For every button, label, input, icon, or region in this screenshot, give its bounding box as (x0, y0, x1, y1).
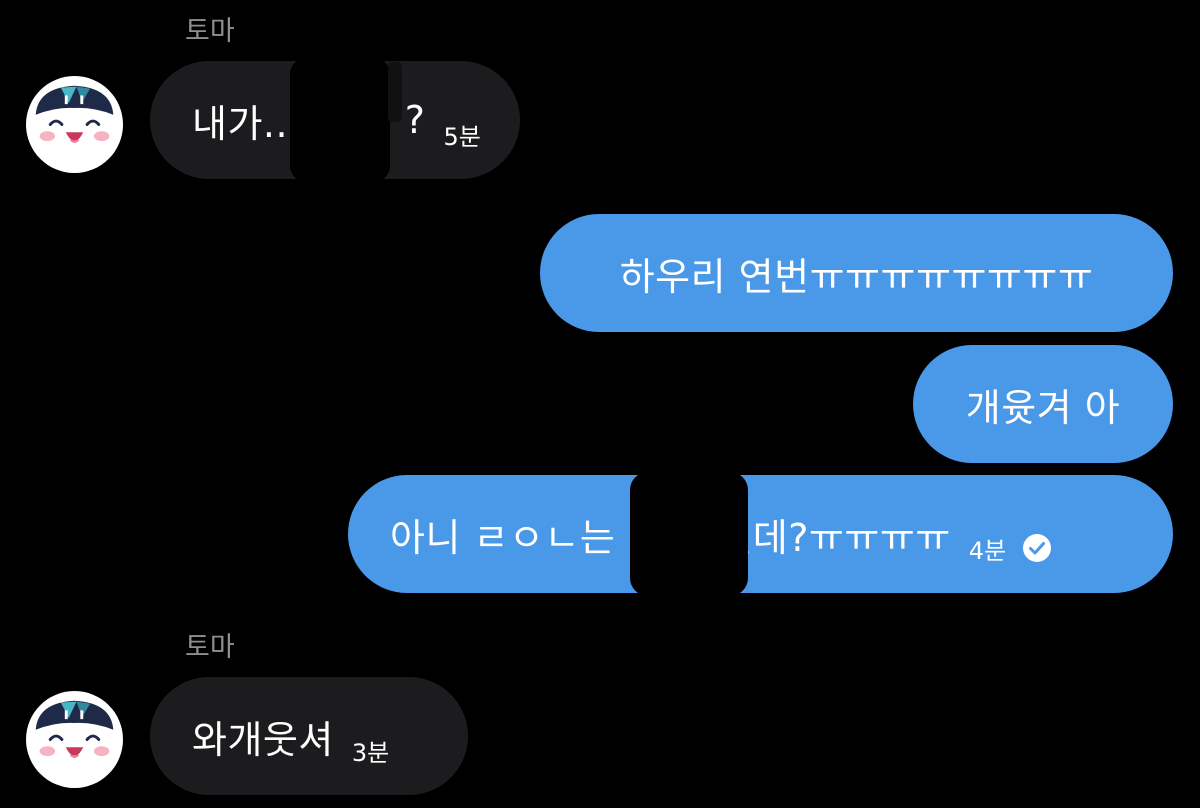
redaction-mark (388, 62, 402, 122)
message-text: 아니 ㄹㅇㄴ는 (390, 515, 616, 560)
outgoing-message-bubble[interactable]: 하우리 연번ㅠㅠㅠㅠㅠㅠㅠㅠ (540, 214, 1173, 332)
message-time: 4분 (968, 536, 1007, 565)
redaction-mark (290, 58, 390, 182)
read-check-icon (1023, 534, 1052, 562)
message-time: 3분 (351, 738, 390, 767)
message-text: 하우리 연번ㅠㅠㅠㅠㅠㅠㅠㅠ (619, 254, 1094, 299)
avatar-icon[interactable] (26, 691, 123, 788)
message-text: 개윳겨 아 (965, 385, 1121, 430)
incoming-message-bubble[interactable]: 와개웃셔 3분 (150, 677, 468, 795)
outgoing-message-bubble[interactable]: 개윳겨 아 (913, 345, 1173, 463)
outgoing-message-bubble[interactable]: 아니 ㄹㅇㄴ는 인데?ㅠㅠㅠㅠ 4분 (348, 475, 1173, 593)
message-text-tail: 인데?ㅠㅠㅠㅠ (717, 515, 951, 560)
sender-name: 토마 (185, 632, 235, 663)
redaction-mark (630, 472, 748, 596)
message-text-tail: ? (404, 98, 426, 142)
message-text: 와개웃셔 (192, 717, 334, 762)
message-time: 5분 (443, 122, 481, 151)
sender-name: 토마 (185, 16, 235, 47)
avatar-icon[interactable] (26, 76, 123, 173)
